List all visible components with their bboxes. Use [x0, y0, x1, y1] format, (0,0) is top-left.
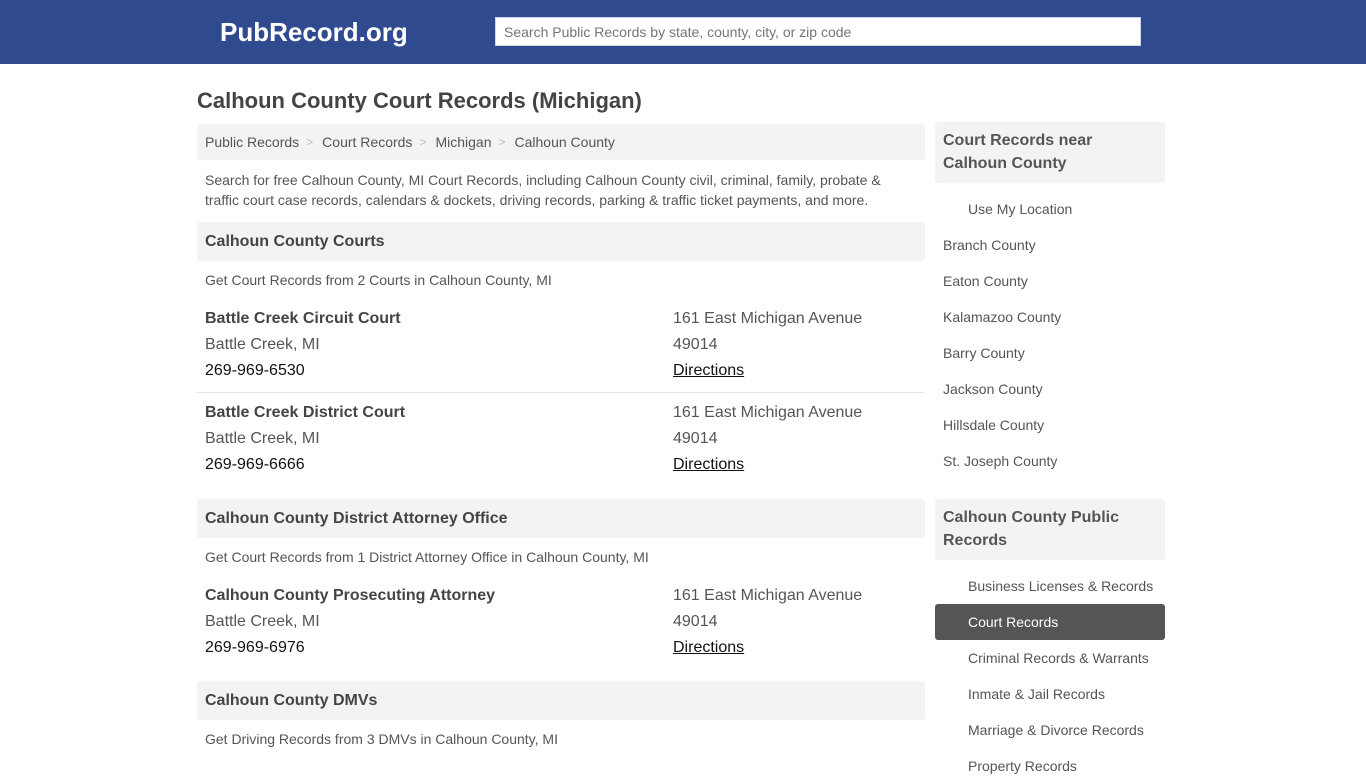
section-title: Calhoun County Courts	[197, 222, 925, 261]
court-city: Battle Creek, MI	[205, 430, 320, 447]
sidebar-item-barry-county[interactable]: Barry County	[935, 335, 1165, 371]
office-phone: 269-969-6976	[205, 639, 305, 656]
sidebar-item-business-licenses[interactable]: Business Licenses & Records	[935, 568, 1165, 604]
site-header: PubRecord.org	[0, 0, 1366, 64]
court-entry: Battle Creek District Court Battle Creek…	[197, 400, 925, 478]
court-phone: 269-969-6666	[205, 456, 305, 473]
sidebar: Court Records near Calhoun County Use My…	[935, 122, 1165, 784]
breadcrumb-separator: >	[498, 135, 506, 149]
section-subtitle: Get Driving Records from 3 DMVs in Calho…	[205, 731, 558, 747]
entry-divider	[197, 392, 925, 393]
office-name: Calhoun County Prosecuting Attorney	[205, 587, 496, 604]
office-address: 161 East Michigan Avenue	[673, 587, 863, 604]
breadcrumb-public-records[interactable]: Public Records	[205, 134, 299, 150]
breadcrumb-calhoun-county[interactable]: Calhoun County	[515, 134, 615, 150]
sidebar-item-court-records[interactable]: Court Records	[935, 604, 1165, 640]
office-city: Battle Creek, MI	[205, 613, 320, 630]
court-name: Battle Creek District Court	[205, 404, 406, 421]
court-zip: 49014	[673, 336, 718, 353]
court-phone: 269-969-6530	[205, 362, 305, 379]
directions-link[interactable]: Directions	[673, 639, 744, 656]
sidebar-item-property-records[interactable]: Property Records	[935, 748, 1165, 784]
sidebar-item-marriage-divorce-records[interactable]: Marriage & Divorce Records	[935, 712, 1165, 748]
court-address: 161 East Michigan Avenue	[673, 310, 863, 327]
use-my-location-link[interactable]: Use My Location	[935, 191, 1165, 227]
section-subtitle: Get Court Records from 2 Courts in Calho…	[205, 272, 552, 288]
court-zip: 49014	[673, 430, 718, 447]
main-content: Public Records > Court Records > Michiga…	[197, 124, 925, 749]
section-subtitle: Get Court Records from 1 District Attorn…	[205, 549, 649, 565]
section-title: Calhoun County District Attorney Office	[197, 499, 925, 538]
directions-link[interactable]: Directions	[673, 362, 744, 379]
sidebar-item-kalamazoo-county[interactable]: Kalamazoo County	[935, 299, 1165, 335]
sidebar-item-st-joseph-county[interactable]: St. Joseph County	[935, 443, 1165, 479]
office-zip: 49014	[673, 613, 718, 630]
breadcrumb-separator: >	[419, 135, 427, 149]
breadcrumb-separator: >	[306, 135, 314, 149]
intro-text: Search for free Calhoun County, MI Court…	[205, 172, 881, 208]
sidebar-public-records-title: Calhoun County Public Records	[935, 499, 1165, 560]
section-dmvs: Calhoun County DMVs Get Driving Records …	[197, 681, 925, 749]
directions-link[interactable]: Directions	[673, 456, 744, 473]
court-name: Battle Creek Circuit Court	[205, 310, 401, 327]
court-address: 161 East Michigan Avenue	[673, 404, 863, 421]
breadcrumb: Public Records > Court Records > Michiga…	[197, 124, 925, 160]
section-district-attorney: Calhoun County District Attorney Office …	[197, 499, 925, 661]
breadcrumb-court-records[interactable]: Court Records	[322, 134, 412, 150]
site-logo[interactable]: PubRecord.org	[220, 17, 408, 48]
office-entry: Calhoun County Prosecuting Attorney Batt…	[197, 583, 925, 661]
section-title: Calhoun County DMVs	[197, 681, 925, 720]
sidebar-item-criminal-records[interactable]: Criminal Records & Warrants	[935, 640, 1165, 676]
sidebar-item-branch-county[interactable]: Branch County	[935, 227, 1165, 263]
sidebar-item-hillsdale-county[interactable]: Hillsdale County	[935, 407, 1165, 443]
court-entry: Battle Creek Circuit Court Battle Creek,…	[197, 306, 925, 384]
sidebar-item-eaton-county[interactable]: Eaton County	[935, 263, 1165, 299]
sidebar-item-inmate-jail-records[interactable]: Inmate & Jail Records	[935, 676, 1165, 712]
breadcrumb-michigan[interactable]: Michigan	[435, 134, 491, 150]
search-input[interactable]	[495, 17, 1141, 46]
court-city: Battle Creek, MI	[205, 336, 320, 353]
page-title: Calhoun County Court Records (Michigan)	[197, 88, 642, 113]
sidebar-item-jackson-county[interactable]: Jackson County	[935, 371, 1165, 407]
sidebar-nearby-title: Court Records near Calhoun County	[935, 122, 1165, 183]
section-courts: Calhoun County Courts Get Court Records …	[197, 222, 925, 478]
